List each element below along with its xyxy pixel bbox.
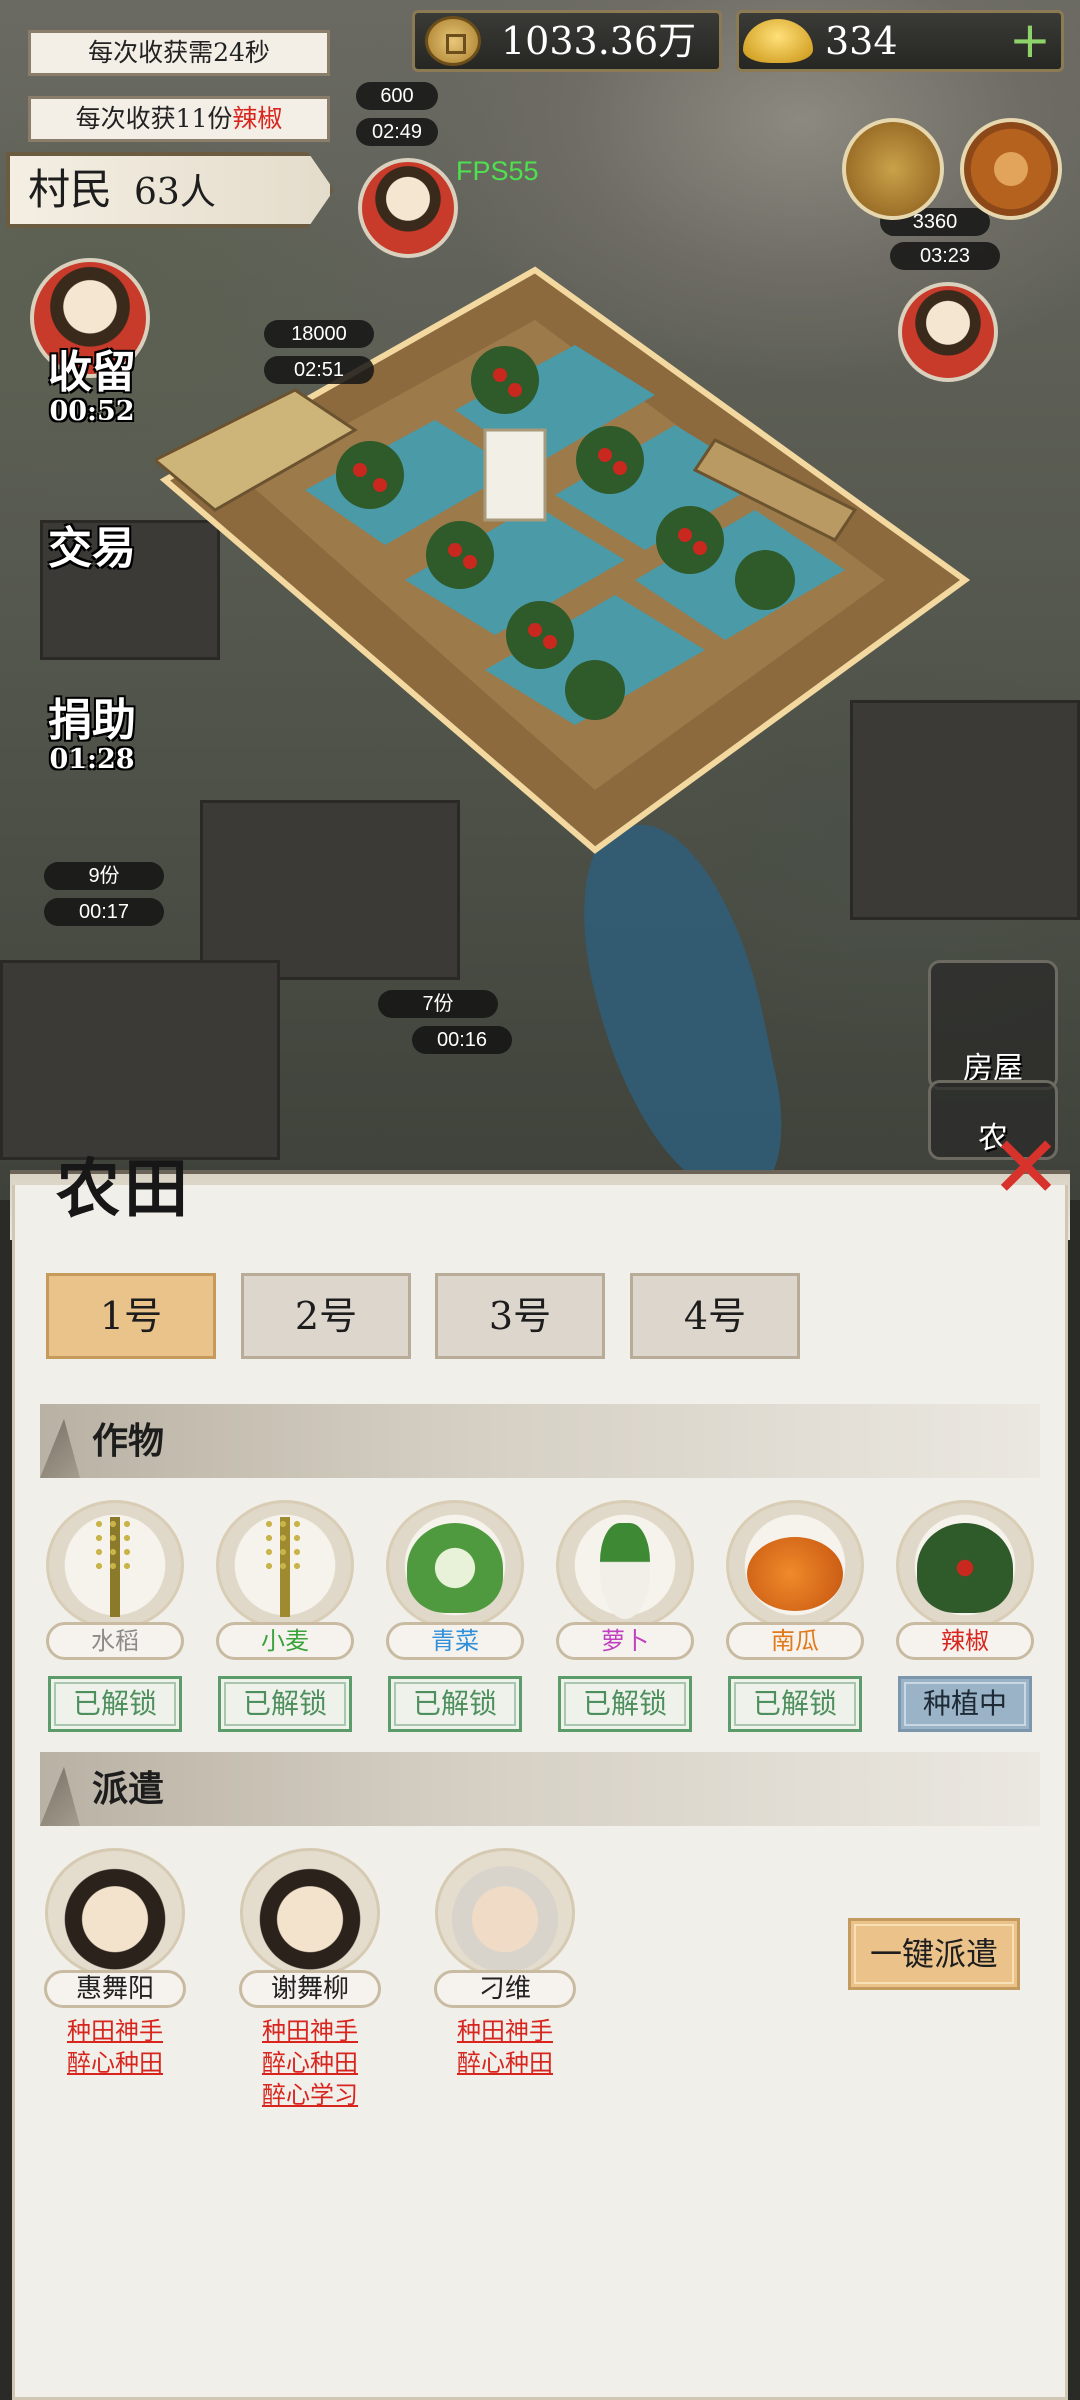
- scarecrow-windmill: [483, 428, 547, 522]
- crop-status: 已解锁: [218, 1676, 352, 1732]
- hero-portrait-icon: [435, 1848, 575, 1978]
- close-icon[interactable]: ✕: [986, 1125, 1066, 1211]
- hero-card[interactable]: 惠舞阳 种田神手 醉心种田: [40, 1848, 190, 2078]
- copper-coin-icon: [425, 16, 481, 66]
- map-pill: 02:51: [264, 356, 374, 384]
- hero-trait: 醉心种田: [262, 2049, 358, 2077]
- hero-trait: 醉心学习: [262, 2081, 358, 2109]
- bok-choy-icon: [386, 1500, 524, 1630]
- add-ingot-button[interactable]: +: [1005, 15, 1055, 67]
- crop-name: 萝卜: [556, 1622, 694, 1660]
- gold-ingot-icon: [743, 19, 813, 63]
- chili-icon: [896, 1500, 1034, 1630]
- map-pill: 9份: [44, 862, 164, 890]
- hero-name: 谢舞柳: [239, 1970, 381, 2008]
- hero-name: 刁维: [434, 1970, 576, 2008]
- shelter-button[interactable]: 收留 00:52: [48, 336, 136, 427]
- crop-name: 青菜: [386, 1622, 524, 1660]
- crop-name: 小麦: [216, 1622, 354, 1660]
- crop-card-greens[interactable]: 青菜 已解锁: [380, 1500, 530, 1732]
- hero-trait: 醉心种田: [457, 2049, 553, 2077]
- gold-ingot-bar[interactable]: 334 +: [736, 10, 1064, 72]
- map-pill: 02:49: [356, 118, 438, 146]
- villager-label: 村民: [28, 165, 113, 214]
- settings-gear-icon[interactable]: [960, 118, 1062, 220]
- crop-status: 已解锁: [728, 1676, 862, 1732]
- tab-field-3[interactable]: 3号: [435, 1273, 605, 1359]
- crop-name: 南瓜: [726, 1622, 864, 1660]
- crop-status: 已解锁: [558, 1676, 692, 1732]
- scroll-quest-icon[interactable]: [842, 118, 944, 220]
- crop-status: 已解锁: [48, 1676, 182, 1732]
- gold-ingot-amount: 334: [825, 19, 898, 63]
- map-pill: 03:23: [890, 242, 1000, 270]
- crop-status: 种植中: [898, 1676, 1032, 1732]
- pumpkin-icon: [726, 1500, 864, 1630]
- hero-portrait-icon: [240, 1848, 380, 1978]
- wheat-icon: [216, 1500, 354, 1630]
- hero-card[interactable]: 谢舞柳 种田神手 醉心种田 醉心学习: [235, 1848, 385, 2110]
- panel-title: 农田: [56, 1152, 192, 1227]
- donate-button[interactable]: 捐助 01:28: [48, 684, 136, 775]
- map-pill: 00:17: [44, 898, 164, 926]
- copper-coin-amount: 1033.36万: [501, 19, 697, 63]
- crop-name: 辣椒: [896, 1622, 1034, 1660]
- hero-trait: 种田神手: [262, 2017, 358, 2045]
- dispatch-section-header: 派遣: [40, 1752, 1040, 1826]
- map-pill: 00:16: [412, 1026, 512, 1054]
- hero-trait: 种田神手: [457, 2017, 553, 2045]
- tab-field-4[interactable]: 4号: [630, 1273, 800, 1359]
- hero-portrait-icon: [45, 1848, 185, 1978]
- crops-section-header: 作物: [40, 1404, 1040, 1478]
- crop-name: 水稻: [46, 1622, 184, 1660]
- crop-card-pumpkin[interactable]: 南瓜 已解锁: [720, 1500, 870, 1732]
- radish-icon: [556, 1500, 694, 1630]
- crop-status: 已解锁: [388, 1676, 522, 1732]
- trade-button[interactable]: 交易: [48, 512, 136, 576]
- villager-portrait-icon[interactable]: [898, 282, 998, 382]
- crop-card-chili[interactable]: 辣椒 种植中: [890, 1500, 1040, 1732]
- villager-count: 63人: [134, 172, 216, 213]
- crop-card-wheat[interactable]: 小麦 已解锁: [210, 1500, 360, 1732]
- villager-count-bar[interactable]: 村民 63人: [6, 152, 334, 228]
- hero-card[interactable]: 刁维 种田神手 醉心种田: [430, 1848, 580, 2078]
- map-pill: 7份: [378, 990, 498, 1018]
- rice-icon: [46, 1500, 184, 1630]
- crop-card-radish[interactable]: 萝卜 已解锁: [550, 1500, 700, 1732]
- villager-portrait-icon[interactable]: [358, 158, 458, 258]
- tab-field-1[interactable]: 1号: [46, 1273, 216, 1359]
- map-pill: 600: [356, 82, 438, 110]
- hero-trait: 种田神手: [67, 2017, 163, 2045]
- house-button[interactable]: 房屋: [928, 960, 1058, 1090]
- fps-counter: FPS55: [456, 156, 539, 186]
- hero-trait: 醉心种田: [67, 2049, 163, 2077]
- map-pill: 18000: [264, 320, 374, 348]
- hero-name: 惠舞阳: [44, 1970, 186, 2008]
- tab-field-2[interactable]: 2号: [241, 1273, 411, 1359]
- crop-card-rice[interactable]: 水稻 已解锁: [40, 1500, 190, 1732]
- harvest-time-note: 每次收获需24秒: [28, 30, 330, 76]
- copper-coin-bar[interactable]: 1033.36万: [412, 10, 722, 72]
- harvest-yield-note: 每次收获11份辣椒: [28, 96, 330, 142]
- dispatch-all-button[interactable]: 一键派遣: [848, 1918, 1020, 1990]
